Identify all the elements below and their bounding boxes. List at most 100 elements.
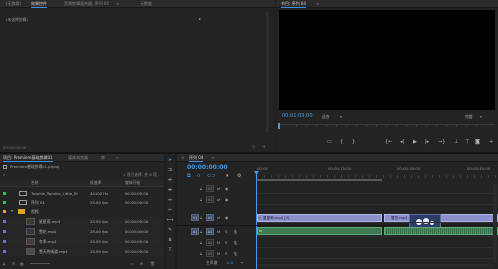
tab-audio-clip-mixer[interactable]: 音频剪辑混合器: 序列 04 bbox=[64, 1, 109, 7]
track-lock-icon[interactable]: 🔒︎ bbox=[200, 215, 202, 220]
step-forward-icon[interactable]: |▸ bbox=[425, 139, 429, 145]
export-frame-icon[interactable]: ◙ bbox=[475, 139, 480, 145]
work-area-bar[interactable] bbox=[257, 179, 382, 181]
folder-icon[interactable] bbox=[18, 209, 25, 214]
program-add-button-icon[interactable]: + bbox=[489, 139, 493, 145]
pen-tool-icon[interactable]: ✎ bbox=[167, 228, 173, 234]
master-end-icon[interactable]: ⇥ bbox=[240, 260, 243, 265]
razor-tool-icon[interactable]: ✂ bbox=[167, 208, 173, 214]
track-target-a2[interactable]: A2 bbox=[206, 239, 214, 246]
selection-tool-icon[interactable]: ➤ bbox=[167, 158, 173, 164]
mark-in-icon[interactable]: { bbox=[340, 139, 343, 145]
label-color-chip[interactable] bbox=[3, 210, 6, 213]
track-target-v3[interactable]: V3 bbox=[206, 185, 214, 192]
new-bin-icon[interactable]: ▭ bbox=[130, 261, 134, 266]
track-lane[interactable] bbox=[257, 236, 493, 237]
icon-view-icon[interactable]: ▦ bbox=[20, 261, 24, 266]
tab-library[interactable]: 库 bbox=[101, 155, 105, 161]
program-playhead-marker[interactable] bbox=[278, 123, 280, 129]
add-marker-timeline-icon[interactable]: ▾ bbox=[226, 173, 229, 179]
track-lane[interactable] bbox=[257, 247, 493, 248]
hand-tool-icon[interactable]: ✋︎ bbox=[167, 238, 173, 244]
toggle-sync-lock-icon[interactable]: ⇄ bbox=[217, 197, 220, 202]
program-video-frame[interactable] bbox=[279, 10, 495, 110]
tab-media-browser[interactable]: 媒体浏览器 bbox=[68, 155, 88, 161]
mute-track-icon[interactable]: M bbox=[217, 240, 220, 245]
video-audio-separator[interactable] bbox=[177, 225, 498, 226]
menu-icon[interactable]: ≡ bbox=[116, 1, 119, 7]
column-name[interactable]: 名称 bbox=[31, 180, 39, 186]
track-lane[interactable] bbox=[257, 204, 493, 205]
column-media-start[interactable]: 媒体开始 bbox=[125, 180, 140, 186]
timeline-settings-icon[interactable]: ⚙︎ bbox=[237, 173, 241, 179]
solo-track-icon[interactable]: S bbox=[225, 251, 227, 256]
track-target-v1[interactable]: V1 bbox=[206, 214, 214, 221]
mute-track-icon[interactable]: M bbox=[217, 251, 220, 256]
a1-audio-clip[interactable]: fx bbox=[257, 227, 382, 235]
timeline-close-icon[interactable]: × bbox=[181, 155, 184, 161]
mute-track-icon[interactable]: M bbox=[217, 229, 220, 234]
voice-over-record-icon[interactable]: 🎙︎ bbox=[233, 251, 238, 256]
tab-effect-controls[interactable]: 效果控件 bbox=[31, 1, 47, 8]
track-lane[interactable] bbox=[257, 222, 493, 223]
disclosure-triangle-icon[interactable]: ▾ bbox=[11, 208, 13, 213]
tab-program[interactable]: 节目: 序列 04 bbox=[281, 1, 306, 8]
lock-icon[interactable]: 🔒︎ bbox=[3, 261, 5, 266]
timeline-horizontal-scrollbar[interactable] bbox=[257, 264, 493, 267]
column-frame-rate[interactable]: 帧速率 bbox=[90, 180, 101, 186]
program-menu-icon[interactable]: ≡ bbox=[316, 1, 319, 7]
play-icon[interactable]: ▶ bbox=[413, 139, 417, 145]
track-lock-icon[interactable]: 🔒︎ bbox=[200, 197, 202, 202]
thumbnail-size-slider[interactable] bbox=[30, 263, 50, 264]
list-view-icon[interactable]: ☰ bbox=[12, 261, 15, 266]
program-timecode[interactable]: 00:01:09:00 bbox=[282, 113, 313, 119]
project-search-icon[interactable]: ⌕ bbox=[3, 172, 5, 177]
label-color-chip[interactable] bbox=[3, 192, 6, 195]
source-scrollbar[interactable] bbox=[266, 12, 269, 132]
clear-icon[interactable]: 🗑︎ bbox=[150, 261, 155, 266]
linked-selection-icon[interactable]: ⊂⊃ bbox=[207, 173, 215, 179]
track-target-v2[interactable]: V2 bbox=[206, 196, 214, 203]
v1-clip-snowflake[interactable]: 雪花.mp4 bbox=[384, 214, 498, 222]
tab-source[interactable]: (无剪辑) bbox=[6, 1, 21, 7]
toggle-track-output-eye-icon[interactable]: ◉ bbox=[225, 197, 228, 202]
rolling-edit-tool-icon[interactable]: ⇼ bbox=[167, 188, 173, 194]
quality-dropdown[interactable]: 完整 bbox=[465, 114, 473, 120]
mark-out-icon[interactable]: } bbox=[352, 139, 355, 145]
solo-track-icon[interactable]: S bbox=[225, 240, 227, 245]
track-lock-icon[interactable]: 🔒︎ bbox=[200, 240, 202, 245]
fit-dropdown[interactable]: 适合 bbox=[322, 114, 330, 120]
nest-icon[interactable]: ⧉ bbox=[187, 173, 191, 179]
voice-over-record-icon[interactable]: 🎙︎ bbox=[233, 240, 238, 245]
source-patch-v1[interactable]: V1 bbox=[191, 214, 199, 221]
go-to-in-icon[interactable]: {← bbox=[385, 139, 392, 145]
expand-arrow-icon[interactable]: ▸ bbox=[199, 16, 201, 21]
master-volume-value[interactable]: 0.0 bbox=[227, 260, 233, 265]
rate-stretch-tool-icon[interactable]: ↔ bbox=[167, 198, 173, 204]
toggle-track-output-eye-icon[interactable]: ◉ bbox=[225, 215, 228, 220]
label-color-chip[interactable] bbox=[3, 240, 6, 243]
lift-icon[interactable]: ⊥ bbox=[454, 139, 458, 145]
project-expand-icon[interactable]: » bbox=[116, 155, 118, 161]
slip-tool-icon[interactable]: ⟷ bbox=[167, 218, 173, 224]
label-color-chip[interactable] bbox=[3, 250, 6, 253]
source-export-icon[interactable]: ⇥ bbox=[262, 144, 265, 149]
timeline-vertical-scrollbar[interactable] bbox=[493, 184, 497, 262]
track-lock-icon[interactable]: 🔒︎ bbox=[200, 251, 202, 256]
track-lane[interactable] bbox=[257, 193, 493, 194]
toggle-sync-lock-icon[interactable]: ⇄ bbox=[217, 186, 220, 191]
voice-over-record-icon[interactable]: 🎙︎ bbox=[233, 229, 238, 234]
toggle-track-output-eye-icon[interactable]: ◉ bbox=[225, 186, 228, 191]
source-patch-a1[interactable]: A1 bbox=[191, 228, 199, 235]
track-lock-icon[interactable]: 🔒︎ bbox=[200, 186, 202, 191]
quality-dropdown-chevron-icon[interactable]: ▾ bbox=[480, 114, 482, 119]
toggle-sync-lock-icon[interactable]: ⇄ bbox=[217, 215, 220, 220]
type-tool-icon[interactable]: T bbox=[167, 248, 173, 254]
step-back-icon[interactable]: ◂| bbox=[400, 139, 404, 145]
solo-track-icon[interactable]: S bbox=[225, 229, 227, 234]
tab-metadata[interactable]: 元数据 bbox=[140, 1, 152, 7]
track-lane[interactable] bbox=[257, 258, 493, 259]
timeline-menu-icon[interactable]: ≡ bbox=[211, 155, 214, 161]
go-to-out-icon[interactable]: →} bbox=[438, 139, 445, 145]
track-target-a3[interactable]: A3 bbox=[206, 250, 214, 257]
